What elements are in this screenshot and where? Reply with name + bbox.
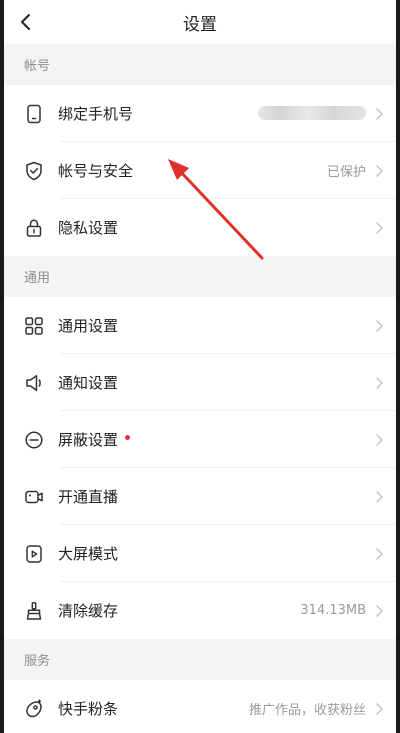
back-arrow-icon	[21, 14, 30, 30]
lock-icon	[24, 218, 44, 238]
top-bar: 设置	[4, 0, 396, 44]
chevron-right-icon	[376, 702, 383, 715]
chevron-right-icon	[376, 490, 383, 503]
settings-item-label: 快手粉条	[58, 700, 119, 718]
chevron-right-icon	[376, 107, 383, 120]
settings-item-bind-phone[interactable]: 绑定手机号	[4, 85, 396, 142]
chevron-right-icon	[376, 433, 383, 446]
settings-item-privacy[interactable]: 隐私设置	[4, 199, 396, 256]
settings-item-label: 绑定手机号	[58, 105, 134, 123]
chevron-right-icon	[376, 376, 383, 389]
video-camera-icon	[24, 487, 44, 507]
cache-size-value: 314.13MB	[300, 603, 366, 618]
settings-screen: 设置 帐号 绑定手机号 帐号与安全 已保护 隐私设置 通用 通用设置 通知设置 …	[4, 0, 396, 733]
play-screen-icon	[24, 544, 44, 564]
settings-item-clear-cache[interactable]: 清除缓存 314.13MB	[4, 582, 396, 639]
settings-item-label: 通知设置	[58, 374, 119, 392]
settings-item-general[interactable]: 通用设置	[4, 297, 396, 354]
settings-item-fans-promotion[interactable]: 快手粉条 推广作品，收获粉丝	[4, 680, 396, 733]
section-header-general: 通用	[4, 256, 396, 297]
settings-item-account-security[interactable]: 帐号与安全 已保护	[4, 142, 396, 199]
rocket-icon	[24, 698, 44, 719]
page-title: 设置	[183, 14, 217, 35]
shield-check-icon	[24, 161, 44, 181]
chevron-right-icon	[376, 221, 383, 234]
settings-item-label: 开通直播	[58, 488, 119, 506]
section-header-account: 帐号	[4, 44, 396, 85]
settings-item-notifications[interactable]: 通知设置	[4, 354, 396, 411]
section-header-services: 服务	[4, 639, 396, 680]
grid-icon	[24, 316, 44, 336]
security-status-value: 已保护	[326, 165, 366, 180]
minus-circle-icon	[24, 430, 44, 450]
chevron-right-icon	[376, 164, 383, 177]
phone-icon	[24, 104, 44, 124]
settings-item-label: 清除缓存	[58, 602, 119, 620]
phone-number-redacted	[258, 106, 366, 120]
settings-item-label: 隐私设置	[58, 219, 119, 237]
back-button[interactable]	[12, 8, 40, 36]
settings-item-big-screen[interactable]: 大屏模式	[4, 525, 396, 582]
chevron-right-icon	[376, 319, 383, 332]
new-badge-dot	[125, 435, 131, 440]
settings-item-block[interactable]: 屏蔽设置	[4, 411, 396, 468]
speaker-icon	[24, 373, 44, 393]
settings-item-label: 大屏模式	[58, 545, 119, 563]
settings-item-label: 帐号与安全	[58, 162, 134, 180]
settings-item-live[interactable]: 开通直播	[4, 468, 396, 525]
broom-icon	[24, 601, 44, 621]
fans-promotion-hint: 推广作品，收获粉丝	[248, 703, 366, 718]
settings-item-label: 通用设置	[58, 317, 119, 335]
chevron-right-icon	[376, 604, 383, 617]
chevron-right-icon	[376, 547, 383, 560]
settings-item-label: 屏蔽设置	[58, 431, 119, 449]
